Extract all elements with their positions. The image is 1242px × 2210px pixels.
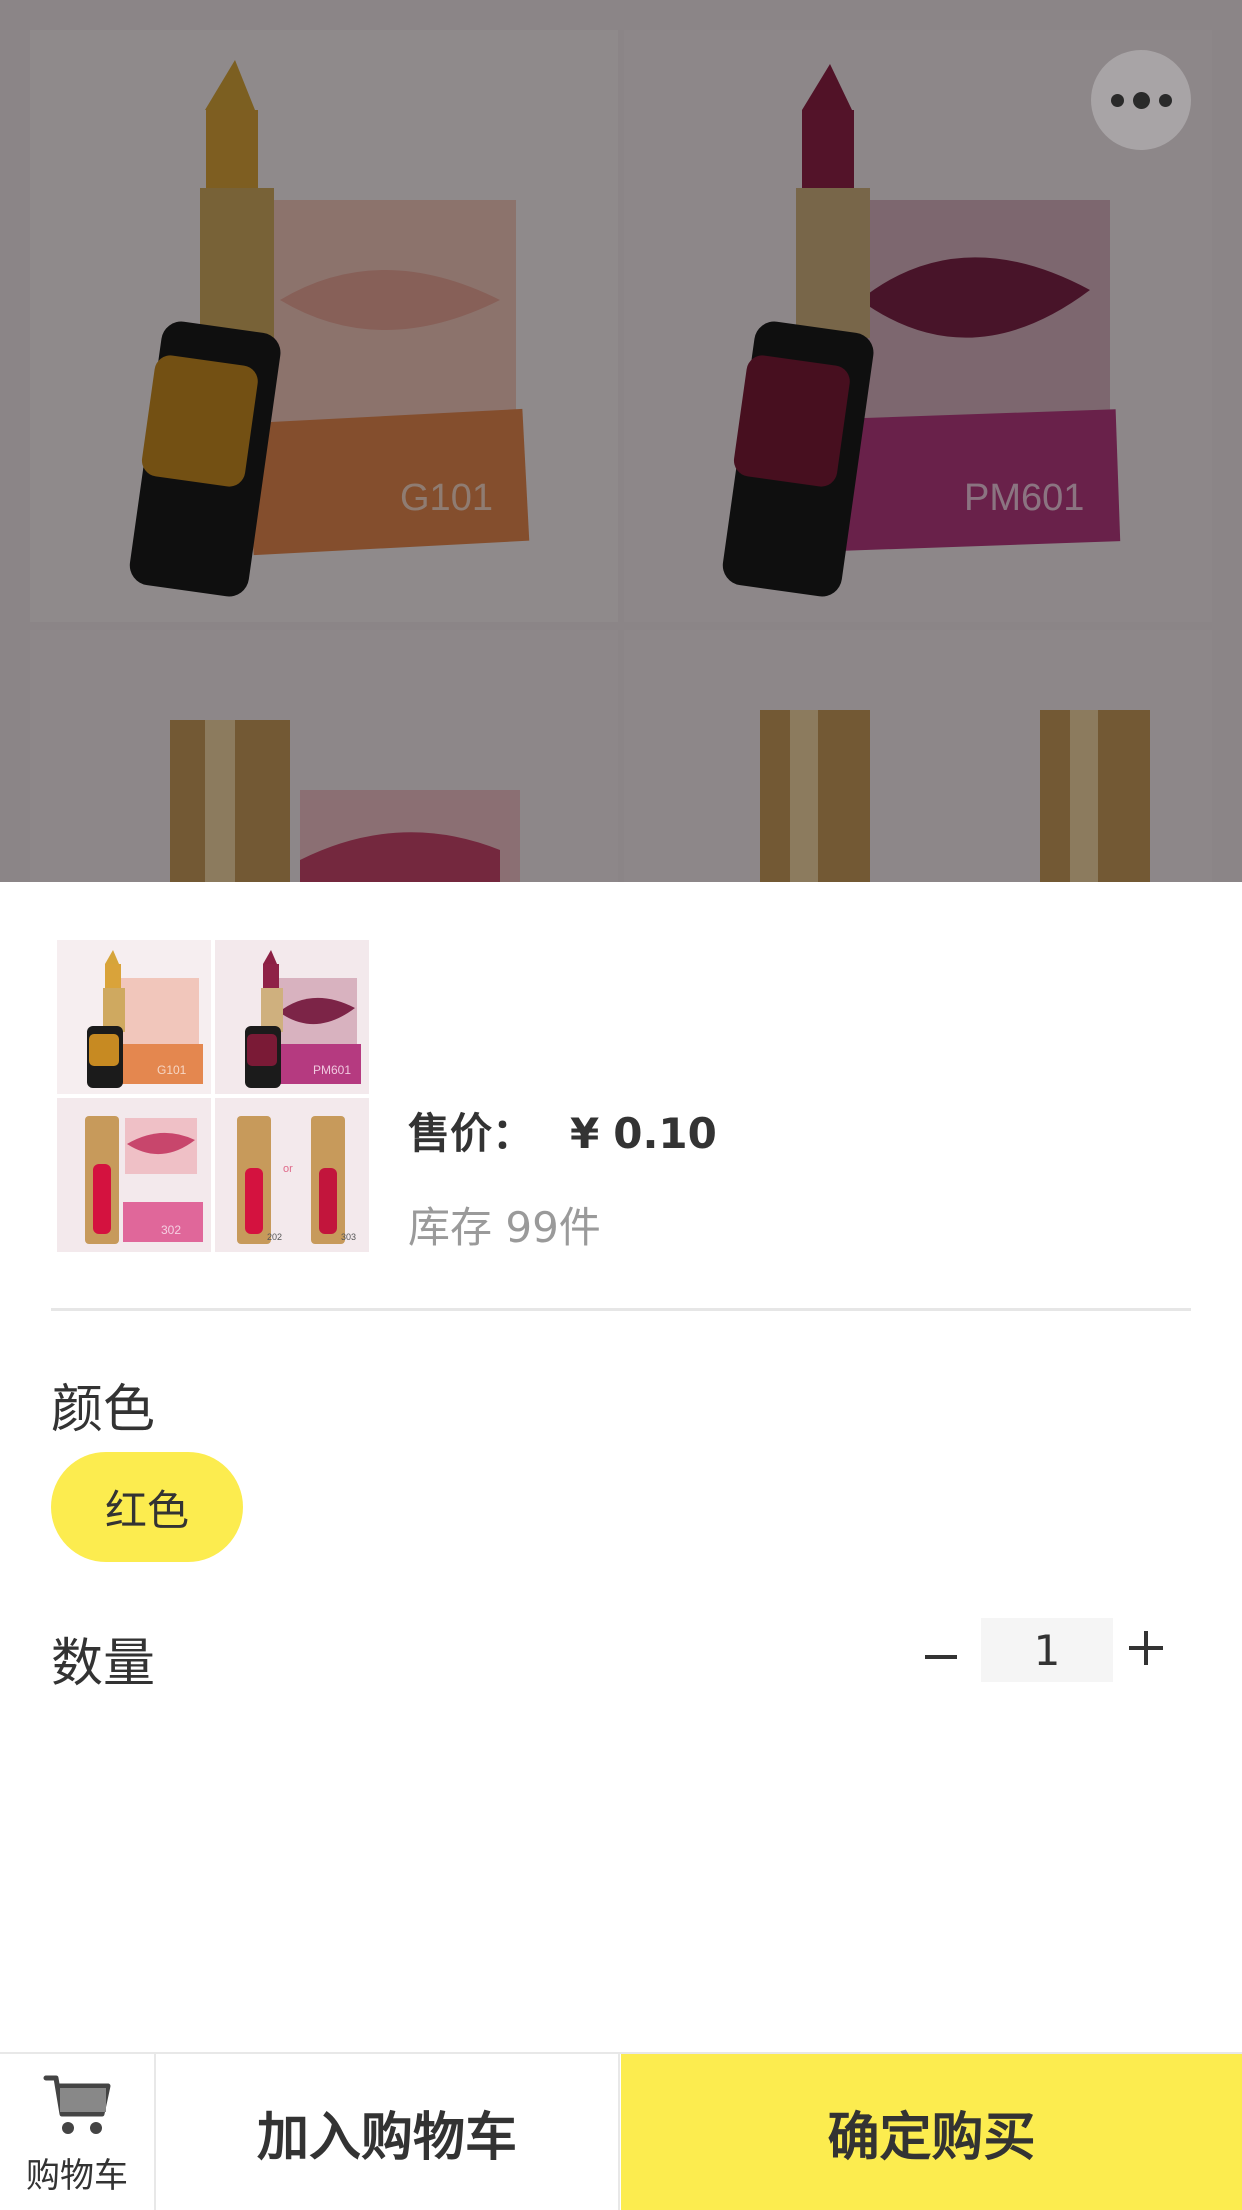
color-option-red[interactable]: 红色 — [51, 1452, 243, 1562]
product-thumbnail: G101 PM601 302 or 202 303 — [57, 940, 369, 1252]
add-to-cart-button[interactable]: 加入购物车 — [156, 2054, 620, 2210]
quantity-input[interactable]: 1 — [981, 1618, 1113, 1682]
shopping-cart-icon — [43, 2075, 111, 2134]
thumb-label-pm601: PM601 — [313, 1063, 351, 1077]
thumb-label-202: 202 — [267, 1232, 282, 1242]
more-button[interactable] — [1091, 50, 1191, 150]
buy-now-button[interactable]: 确定购买 — [621, 2054, 1242, 2210]
product-image-backdrop: G101 PM601 — [0, 0, 1242, 882]
color-section-title: 颜色 — [51, 1380, 156, 1440]
stock-text: 库存 99件 — [408, 1203, 601, 1252]
price-line: 售价： ¥0.10 — [408, 1100, 717, 1161]
price-label: 售价： — [408, 1109, 535, 1158]
price-value: 0.10 — [613, 1109, 717, 1158]
thumb-label-302: 302 — [161, 1223, 181, 1237]
thumb-label-or: or — [283, 1163, 293, 1175]
quantity-decrement-button[interactable] — [918, 1616, 964, 1698]
cart-tab-button[interactable]: 购物车 — [0, 2054, 156, 2210]
more-dots-icon — [1110, 93, 1124, 107]
quantity-title: 数量 — [51, 1634, 156, 1694]
dim-overlay[interactable] — [0, 0, 1242, 882]
divider — [51, 1308, 1191, 1311]
thumb-label-303: 303 — [341, 1232, 356, 1242]
thumb-label-g101: G101 — [157, 1063, 187, 1077]
cart-label: 购物车 — [26, 2156, 128, 2196]
currency-symbol: ¥ — [570, 1109, 600, 1158]
minus-icon — [925, 1655, 957, 1659]
sku-selector-sheet: G101 PM601 302 or 202 303 售价： ¥ 0.10 库存 … — [0, 882, 1242, 2208]
bottom-action-bar: 购物车 加入购物车 确定购买 — [0, 2052, 1242, 2210]
quantity-increment-button[interactable] — [1129, 1626, 1173, 1670]
